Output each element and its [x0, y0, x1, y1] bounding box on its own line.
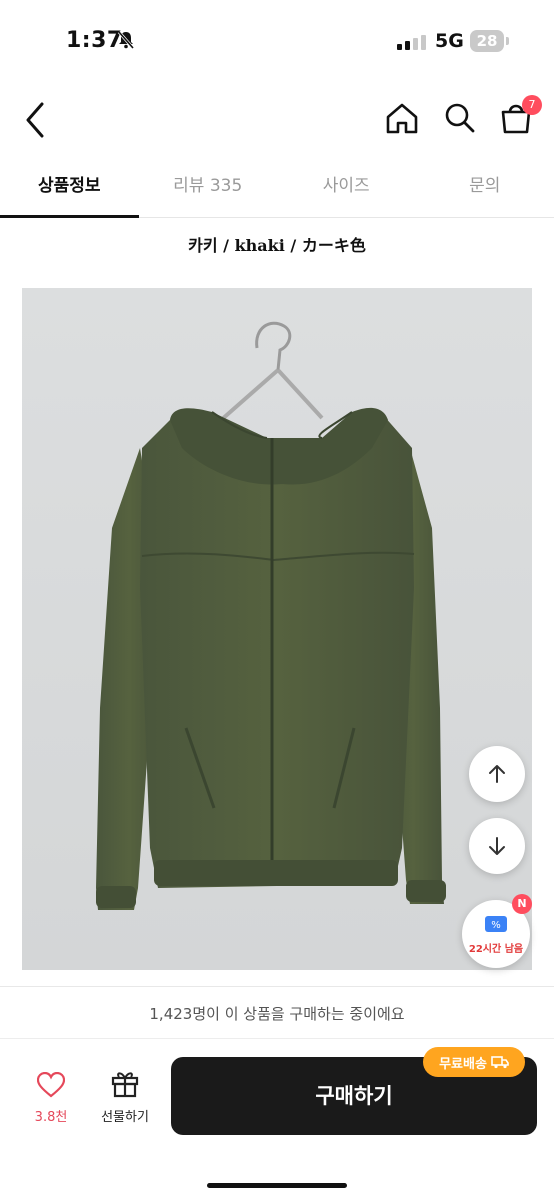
scroll-down-button[interactable] — [469, 818, 525, 874]
heart-icon — [36, 1071, 66, 1098]
like-count: 3.8천 — [34, 1110, 68, 1125]
home-indicator — [207, 1183, 347, 1188]
product-image — [22, 288, 532, 970]
top-nav — [0, 90, 554, 150]
battery-icon: 28 — [470, 30, 504, 52]
free-shipping-badge: 무료배송 — [423, 1047, 525, 1077]
truck-icon — [491, 1056, 509, 1069]
network-type: 5G — [435, 30, 464, 52]
free-shipping-label: 무료배송 — [439, 1056, 487, 1072]
buyers-count-text: 1,423명이 이 상품을 구매하는 중이에요 — [149, 1005, 405, 1023]
tab-inquiry[interactable]: 문의 — [416, 160, 554, 217]
status-bar: 1:37 5G 28 — [0, 0, 554, 80]
coupon-icon: % — [485, 916, 507, 932]
tab-size[interactable]: 사이즈 — [277, 160, 416, 217]
buyers-divider — [0, 1038, 554, 1039]
arrow-up-icon — [489, 765, 505, 783]
cart-count-badge: 7 — [522, 95, 542, 115]
chevron-left-icon[interactable] — [18, 98, 54, 142]
scroll-up-button[interactable] — [469, 746, 525, 802]
arrow-down-icon — [489, 837, 505, 855]
gift-button[interactable]: 선물하기 — [90, 1068, 160, 1125]
tab-product-info[interactable]: 상품정보 — [0, 160, 139, 218]
color-caption: 카키 / khaki / カーキ色 — [188, 236, 366, 255]
home-icon[interactable] — [382, 98, 422, 138]
status-time: 1:37 — [66, 28, 123, 53]
coupon-new-badge: N — [512, 894, 532, 914]
battery-tip — [506, 37, 509, 45]
svg-text:%: % — [491, 920, 501, 931]
product-tabs: 상품정보 리뷰 335 사이즈 문의 — [0, 160, 554, 218]
gift-label: 선물하기 — [101, 1110, 149, 1125]
khaki-jacket-illustration — [96, 321, 446, 910]
like-button[interactable]: 3.8천 — [26, 1071, 76, 1125]
gift-icon — [111, 1072, 139, 1098]
search-icon[interactable] — [440, 98, 480, 138]
tab-reviews[interactable]: 리뷰 335 — [139, 160, 278, 217]
coupon-time-left: 22시간 남음 — [468, 944, 524, 955]
signal-icon — [397, 34, 426, 50]
mute-bell-icon — [117, 31, 135, 49]
bottom-divider — [0, 986, 554, 987]
